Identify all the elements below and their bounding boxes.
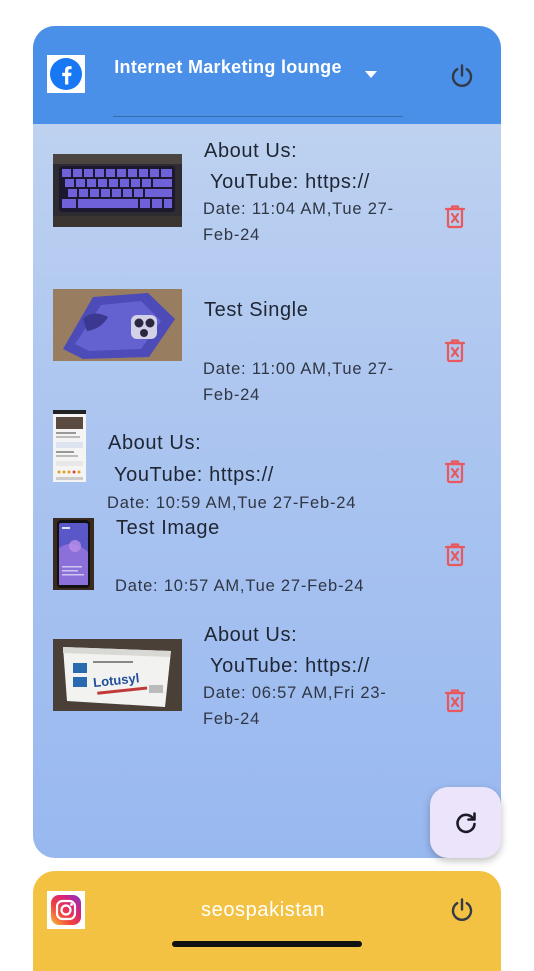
- post-thumbnail-keyboard: [53, 154, 182, 227]
- post-link: YouTube: https://: [114, 464, 274, 486]
- facebook-logout-button[interactable]: [448, 62, 476, 90]
- power-icon: [451, 898, 473, 921]
- post-title: Test Image: [116, 517, 220, 539]
- refresh-button[interactable]: [430, 787, 501, 858]
- post-item[interactable]: Test Image Date: 10:57 AM,Tue 27-Feb-24: [33, 516, 501, 616]
- facebook-card-header: Internet Marketing lounge: [33, 26, 501, 124]
- instagram-account-card: seospakistan: [33, 871, 501, 971]
- post-link: YouTube: https://: [210, 171, 370, 193]
- post-item[interactable]: Test Single Date: 11:00 AM,Tue 27-Feb-24: [33, 271, 501, 404]
- post-date: Date: 11:04 AM,Tue 27-Feb-24: [203, 200, 394, 244]
- chevron-down-icon: [365, 71, 377, 78]
- refresh-icon: [455, 811, 476, 833]
- delete-post-button[interactable]: [443, 338, 467, 364]
- post-thumbnail-phone: [53, 518, 94, 590]
- instagram-logo-icon: [47, 891, 85, 929]
- facebook-account-card: Internet Marketing lounge About Us: YouT…: [33, 26, 501, 858]
- post-item[interactable]: Lotusyl About Us: YouTube: https:// Date…: [33, 620, 501, 745]
- delete-post-button[interactable]: [443, 688, 467, 714]
- selected-page-name: Internet Marketing lounge: [114, 57, 342, 77]
- post-thumbnail-screenshot: [53, 410, 86, 482]
- post-title: About Us:: [204, 140, 298, 162]
- post-link: YouTube: https://: [210, 655, 370, 677]
- delete-post-button[interactable]: [443, 459, 467, 485]
- facebook-logo-icon: [47, 55, 85, 93]
- instagram-account-name: seospakistan: [201, 899, 325, 921]
- power-icon: [451, 64, 473, 87]
- post-date: Date: 06:57 AM,Fri 23-Feb-24: [203, 684, 387, 728]
- post-thumbnail-box: Lotusyl: [53, 639, 182, 711]
- delete-post-button[interactable]: [443, 204, 467, 230]
- post-date: Date: 10:57 AM,Tue 27-Feb-24: [115, 577, 365, 595]
- post-item[interactable]: About Us: YouTube: https:// Date: 10:59 …: [33, 406, 501, 512]
- instagram-logout-button[interactable]: [448, 896, 476, 924]
- post-item[interactable]: About Us: YouTube: https:// Date: 11:04 …: [33, 136, 501, 261]
- home-indicator[interactable]: [172, 941, 362, 947]
- post-title: About Us:: [204, 624, 298, 646]
- post-thumbnail-phone-case: [53, 289, 182, 361]
- post-date: Date: 10:59 AM,Tue 27-Feb-24: [107, 494, 357, 512]
- post-title: About Us:: [108, 432, 202, 454]
- delete-post-button[interactable]: [443, 542, 467, 568]
- post-date: Date: 11:00 AM,Tue 27-Feb-24: [203, 360, 394, 404]
- post-title: Test Single: [204, 299, 309, 321]
- page-selector-dropdown[interactable]: Internet Marketing lounge: [113, 54, 403, 117]
